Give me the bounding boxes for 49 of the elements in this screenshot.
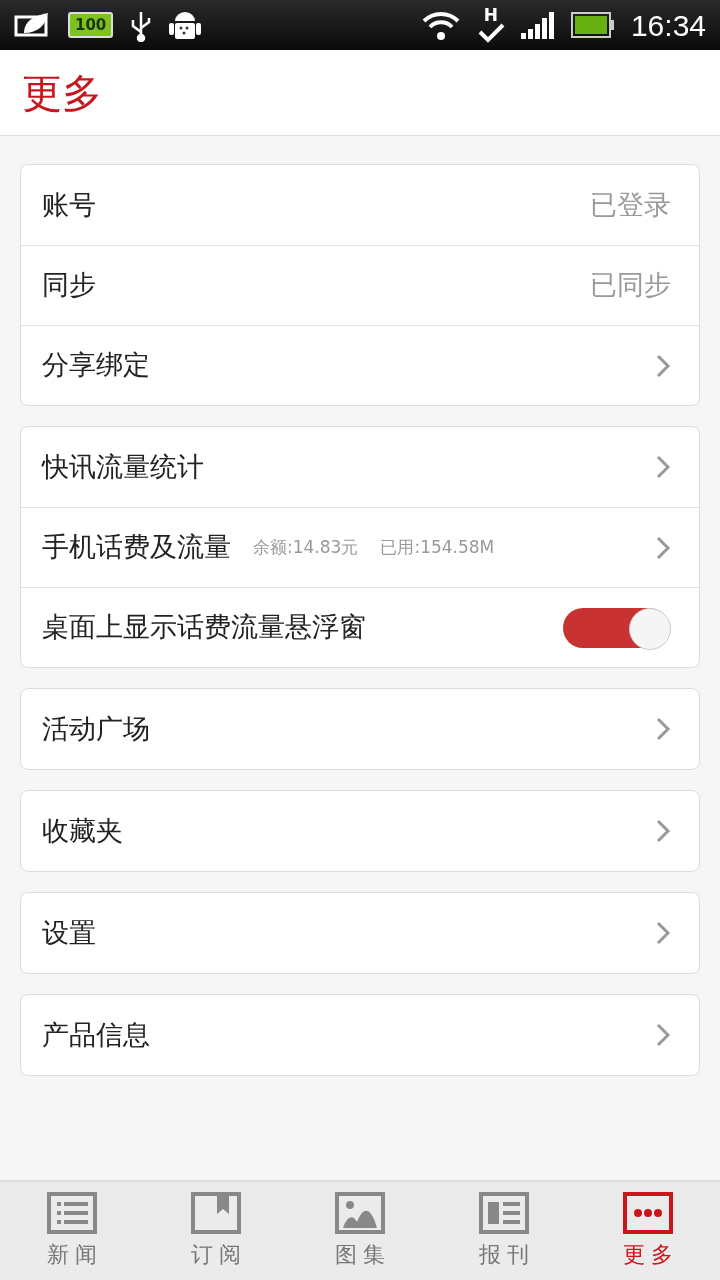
item-label: 桌面上显示话费流量悬浮窗: [42, 610, 366, 645]
item-label: 快讯流量统计: [42, 449, 204, 484]
battery-indicator: 100: [68, 12, 114, 38]
settings-item[interactable]: 同步 已同步: [21, 245, 699, 325]
nav-tab[interactable]: 新 闻: [0, 1182, 144, 1280]
settings-item[interactable]: 手机话费及流量 余额:14.83元 已用:154.58M: [21, 507, 699, 587]
settings-item[interactable]: 设置: [21, 893, 699, 973]
chevron-icon: [655, 534, 671, 561]
nav-tab[interactable]: 图 集: [288, 1182, 432, 1280]
item-label: 活动广场: [42, 711, 150, 746]
usage-info: 余额:14.83元: [253, 535, 359, 559]
chevron-icon: [655, 716, 671, 742]
chevron-icon: [655, 454, 671, 480]
chevron-icon: [655, 920, 671, 946]
nav-tab[interactable]: 订 阅: [144, 1182, 288, 1280]
network-indicator: H: [476, 7, 505, 43]
settings-item[interactable]: 收藏夹: [21, 791, 699, 871]
item-label: 同步: [42, 268, 96, 303]
more-icon: [623, 1192, 673, 1234]
nav-tab[interactable]: 报 刊: [432, 1182, 576, 1280]
toggle-switch[interactable]: [563, 607, 669, 648]
item-label: 分享绑定: [42, 348, 150, 383]
newspaper-icon: [479, 1192, 529, 1234]
wifi-icon: [420, 9, 461, 41]
chevron-icon: [655, 818, 671, 844]
item-label: 设置: [42, 915, 96, 950]
list-icon: [47, 1192, 97, 1234]
item-label: 产品信息: [42, 1017, 150, 1052]
settings-item[interactable]: 活动广场: [21, 689, 699, 769]
page-title: 更多: [22, 68, 102, 118]
signal-icon: [520, 11, 555, 39]
settings-item[interactable]: 账号 已登录: [21, 165, 699, 245]
settings-item[interactable]: 快讯流量统计: [21, 427, 699, 507]
check-icon: [476, 23, 505, 43]
image-icon: [335, 1192, 385, 1234]
nav-tab[interactable]: 更 多: [576, 1182, 720, 1280]
settings-item[interactable]: 分享绑定: [21, 325, 699, 405]
item-label: 手机话费及流量: [42, 530, 231, 565]
chevron-icon: [655, 1022, 671, 1048]
chevron-icon: [655, 352, 671, 379]
item-value: 已同步: [590, 268, 671, 303]
item-label: 账号: [42, 187, 96, 222]
settings-item[interactable]: 产品信息: [21, 995, 699, 1075]
clock: 16:34: [630, 7, 706, 44]
item-label: 收藏夹: [42, 813, 123, 848]
usage-info: 已用:154.58M: [380, 535, 495, 559]
battery-icon: [570, 12, 615, 38]
item-value: 已登录: [590, 187, 671, 222]
bookmark-icon: [191, 1192, 241, 1234]
